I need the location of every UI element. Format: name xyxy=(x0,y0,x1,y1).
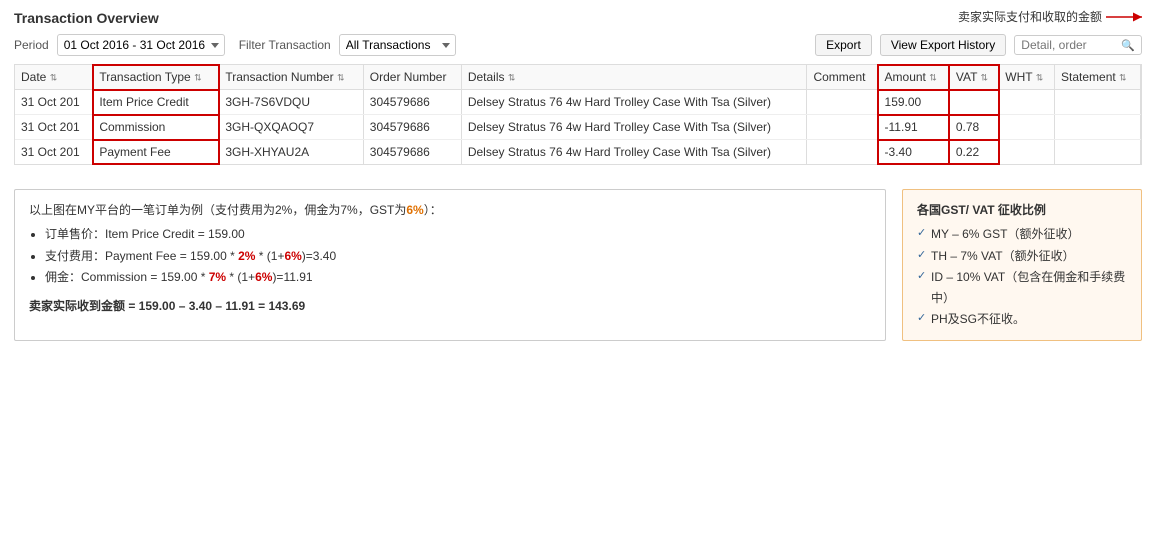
col-type: Transaction Type ⇅ xyxy=(93,65,219,90)
table-row: 31 Oct 201 Item Price Credit 3GH-7S6VDQU… xyxy=(15,90,1141,115)
cell-date: 31 Oct 201 xyxy=(15,90,93,115)
cell-details: Delsey Stratus 76 4w Hard Trolley Case W… xyxy=(461,90,807,115)
list-item-commission: 佣金：Commission = 159.00 * 7% * (1+6%)=11.… xyxy=(45,267,871,287)
tax-item-ph: PH及SG不征收。 xyxy=(917,309,1127,329)
filter-label: Filter Transaction xyxy=(239,38,331,52)
tax-item-my: MY – 6% GST（额外征收） xyxy=(917,224,1127,244)
cell-amount: -3.40 xyxy=(878,140,949,165)
col-wht: WHT ⇅ xyxy=(999,65,1055,90)
top-annotation: 卖家实际支付和收取的金额 xyxy=(958,8,1102,25)
filter-select[interactable]: All Transactions xyxy=(339,34,456,56)
cell-type: Item Price Credit xyxy=(93,90,219,115)
cell-type: Commission xyxy=(93,115,219,140)
cell-vat: 0.22 xyxy=(949,140,998,165)
col-number: Transaction Number ⇅ xyxy=(219,65,363,90)
cell-number: 3GH-QXQAOQ7 xyxy=(219,115,363,140)
cell-date: 31 Oct 201 xyxy=(15,140,93,165)
cell-order: 304579686 xyxy=(363,115,461,140)
cell-wht xyxy=(999,90,1055,115)
cell-date: 31 Oct 201 xyxy=(15,115,93,140)
cell-amount: -11.91 xyxy=(878,115,949,140)
table-row: 31 Oct 201 Commission 3GH-QXQAOQ7 304579… xyxy=(15,115,1141,140)
cell-details: Delsey Stratus 76 4w Hard Trolley Case W… xyxy=(461,140,807,165)
period-label: Period xyxy=(14,38,49,52)
search-icon: 🔍 xyxy=(1121,39,1135,52)
period-select[interactable]: 01 Oct 2016 - 31 Oct 2016 xyxy=(57,34,225,56)
cell-wht xyxy=(999,115,1055,140)
col-comment: Comment xyxy=(807,65,878,90)
tax-item-th: TH – 7% VAT（额外征收） xyxy=(917,246,1127,266)
left-box-intro: 以上图在MY平台的一笔订单为例（支付费用为2%，佣金为7%，GST为6%）： xyxy=(29,200,871,220)
col-vat: VAT ⇅ xyxy=(949,65,998,90)
cell-type: Payment Fee xyxy=(93,140,219,165)
cell-wht xyxy=(999,140,1055,165)
cell-details: Delsey Stratus 76 4w Hard Trolley Case W… xyxy=(461,115,807,140)
right-tax-box: 各国GST/ VAT 征收比例 MY – 6% GST（额外征收） TH – 7… xyxy=(902,189,1142,341)
left-explanation-box: 以上图在MY平台的一笔订单为例（支付费用为2%，佣金为7%，GST为6%）： 订… xyxy=(14,189,886,341)
list-item-price: 订单售价：Item Price Credit = 159.00 xyxy=(45,224,871,244)
view-history-button[interactable]: View Export History xyxy=(880,34,1006,56)
col-date: Date ⇅ xyxy=(15,65,93,90)
table-row: 31 Oct 201 Payment Fee 3GH-XHYAU2A 30457… xyxy=(15,140,1141,165)
cell-vat: 0.78 xyxy=(949,115,998,140)
cell-number: 3GH-XHYAU2A xyxy=(219,140,363,165)
col-statement: Statement ⇅ xyxy=(1055,65,1141,90)
cell-statement xyxy=(1055,115,1141,140)
cell-amount: 159.00 xyxy=(878,90,949,115)
export-button[interactable]: Export xyxy=(815,34,872,56)
col-order: Order Number xyxy=(363,65,461,90)
col-amount: Amount ⇅ xyxy=(878,65,949,90)
cell-comment xyxy=(807,140,878,165)
cell-comment xyxy=(807,90,878,115)
right-box-title: 各国GST/ VAT 征收比例 xyxy=(917,200,1127,220)
cell-statement xyxy=(1055,90,1141,115)
summary-line: 卖家实际收到金额 = 159.00 – 3.40 – 11.91 = 143.6… xyxy=(29,296,871,316)
cell-comment xyxy=(807,115,878,140)
cell-vat xyxy=(949,90,998,115)
tax-item-id: ID – 10% VAT（包含在佣金和手续费中） xyxy=(917,267,1127,308)
cell-order: 304579686 xyxy=(363,140,461,165)
cell-order: 304579686 xyxy=(363,90,461,115)
cell-statement xyxy=(1055,140,1141,165)
search-box[interactable]: 🔍 xyxy=(1014,35,1142,55)
list-item-payment: 支付费用：Payment Fee = 159.00 * 2% * (1+6%)=… xyxy=(45,246,871,266)
cell-number: 3GH-7S6VDQU xyxy=(219,90,363,115)
col-details: Details ⇅ xyxy=(461,65,807,90)
search-input[interactable] xyxy=(1021,38,1121,52)
